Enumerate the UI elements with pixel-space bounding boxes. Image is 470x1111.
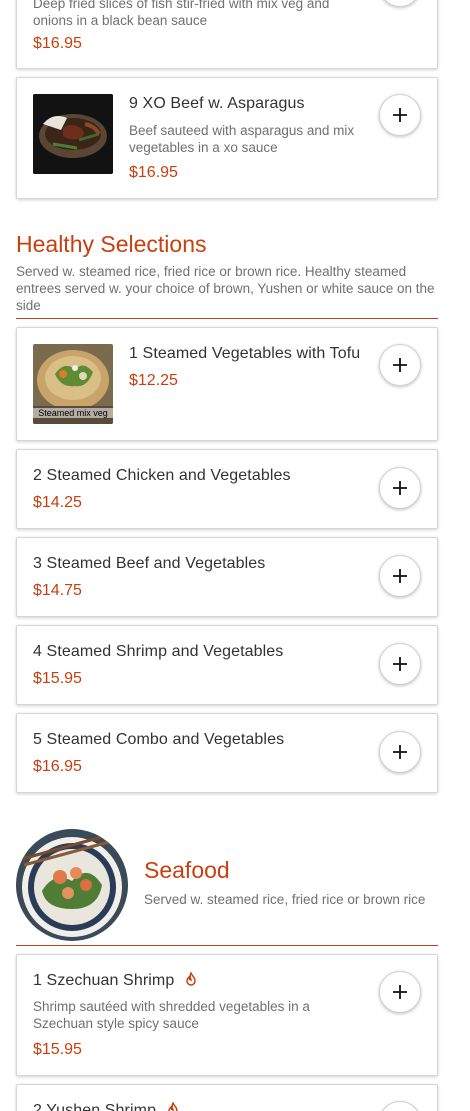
item-name: 2 Steamed Chicken and Vegetables <box>33 467 291 484</box>
menu-item-card[interactable]: 2 Steamed Chicken and Vegetables $14.25 <box>16 449 438 529</box>
item-name: 9 XO Beef w. Asparagus <box>129 95 305 112</box>
item-price: $15.95 <box>33 1041 82 1058</box>
add-to-cart-button[interactable] <box>379 971 421 1013</box>
item-price: $14.75 <box>33 582 82 599</box>
item-price: $16.95 <box>33 35 82 52</box>
menu-item-card[interactable]: 2 Yushen Shrimp <box>16 1084 438 1111</box>
plus-icon <box>393 481 407 495</box>
item-name: 1 Steamed Vegetables with Tofu <box>129 345 361 362</box>
item-name-text: 1 Szechuan Shrimp <box>33 972 175 989</box>
plus-icon <box>393 569 407 583</box>
add-to-cart-button[interactable] <box>379 344 421 386</box>
item-price: $12.25 <box>129 372 178 389</box>
section-description: Served w. steamed rice, fried rice or br… <box>144 892 426 907</box>
menu-item-card[interactable]: Deep fried slices of fish stir-fried wit… <box>16 0 438 69</box>
item-description: Beef sauteed with asparagus and mix vege… <box>129 123 355 155</box>
item-name: 3 Steamed Beef and Vegetables <box>33 555 266 572</box>
plus-icon <box>393 745 407 759</box>
section-title: Healthy Selections <box>16 231 207 257</box>
item-name-text: 2 Yushen Shrimp <box>33 1102 157 1111</box>
menu-item-card[interactable]: 9 XO Beef w. Asparagus Beef sauteed with… <box>16 77 438 199</box>
section-description: Served w. steamed rice, fried rice or br… <box>16 264 435 313</box>
item-name: 4 Steamed Shrimp and Vegetables <box>33 643 284 660</box>
plus-icon <box>393 985 407 999</box>
plus-icon <box>393 108 407 122</box>
item-price: $14.25 <box>33 494 82 511</box>
item-price: $16.95 <box>129 164 178 181</box>
item-description: Deep fried slices of fish stir-fried wit… <box>33 0 330 28</box>
section-title: Seafood <box>144 857 230 883</box>
item-description: Shrimp sautéed with shredded vegetables … <box>33 999 310 1031</box>
add-to-cart-button[interactable] <box>379 467 421 509</box>
item-price: $16.95 <box>33 758 82 775</box>
item-image <box>33 94 113 174</box>
menu-item-card[interactable]: 3 Steamed Beef and Vegetables $14.75 <box>16 537 438 617</box>
menu-item-card[interactable]: Steamed mix veg 1 Steamed Vegetables wit… <box>16 327 438 441</box>
section-divider <box>16 318 438 319</box>
menu-item-card[interactable]: 1 Szechuan Shrimp Shrimp sautéed with sh… <box>16 954 438 1076</box>
plus-icon <box>393 657 407 671</box>
menu-item-card[interactable]: 4 Steamed Shrimp and Vegetables $15.95 <box>16 625 438 705</box>
add-to-cart-button[interactable] <box>379 555 421 597</box>
plus-icon <box>393 358 407 372</box>
section-image <box>16 829 128 941</box>
item-name: 5 Steamed Combo and Vegetables <box>33 731 285 748</box>
item-name: 1 Szechuan Shrimp <box>33 972 197 990</box>
fire-icon <box>186 972 196 986</box>
add-to-cart-button[interactable] <box>379 643 421 685</box>
add-to-cart-button[interactable] <box>379 94 421 136</box>
add-to-cart-button[interactable] <box>379 731 421 773</box>
add-to-cart-button[interactable] <box>379 1101 421 1111</box>
fire-icon <box>167 1102 178 1111</box>
add-to-cart-button[interactable] <box>379 0 421 7</box>
section-divider <box>16 945 438 946</box>
menu-item-card[interactable]: 5 Steamed Combo and Vegetables $16.95 <box>16 713 438 793</box>
item-price: $15.95 <box>33 670 82 687</box>
item-image: Steamed mix veg <box>33 344 113 424</box>
item-name: 2 Yushen Shrimp <box>33 1102 179 1111</box>
image-caption: Steamed mix veg <box>33 408 113 418</box>
